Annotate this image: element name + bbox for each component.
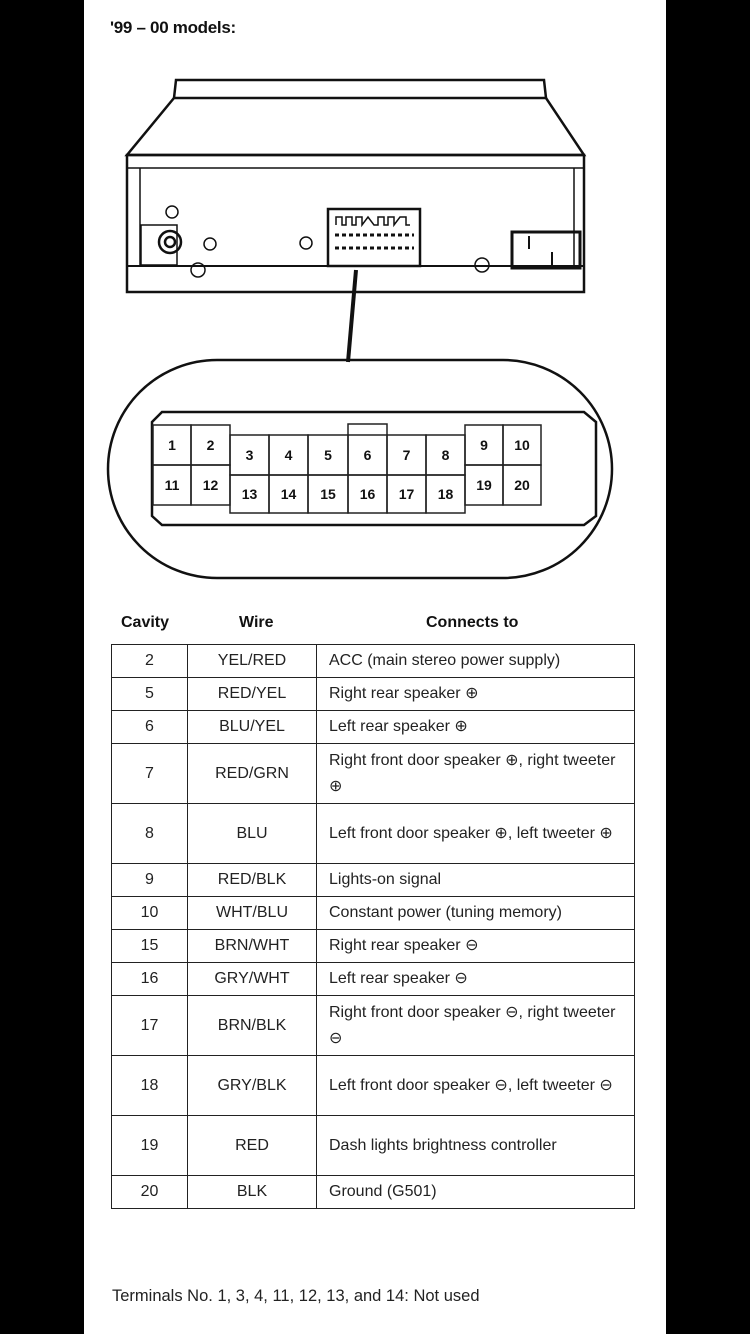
- table-row: 20 BLK Ground (G501): [111, 1175, 635, 1209]
- cell-wire: RED/YEL: [187, 677, 317, 711]
- cell-cavity: 18: [111, 1055, 188, 1116]
- cell-connects-to: Right rear speaker ⊕: [316, 677, 635, 711]
- cavity-number: 19: [476, 477, 492, 493]
- table-row: 17 BRN/BLK Right front door speaker ⊖, rig…: [111, 995, 635, 1056]
- cavity-number: 16: [360, 486, 376, 502]
- table-row: 16 GRY/WHT Left rear speaker ⊖: [111, 962, 635, 996]
- cell-connects-to: ACC (main stereo power supply): [316, 644, 635, 678]
- cell-connects-to: Left front door speaker ⊖, left tweeter …: [316, 1055, 635, 1116]
- cavity-number: 14: [281, 486, 297, 502]
- cell-wire: RED/BLK: [187, 863, 317, 897]
- cell-cavity: 5: [111, 677, 188, 711]
- header-connects-to: Connects to: [426, 614, 519, 631]
- cell-wire: GRY/BLK: [187, 1055, 317, 1116]
- radio-port: [510, 230, 582, 270]
- cavity-number: 5: [324, 447, 332, 463]
- table-row: 9 RED/BLK Lights-on signal: [111, 863, 635, 897]
- cavity-number: 18: [438, 486, 454, 502]
- cell-cavity: 6: [111, 710, 188, 744]
- connector-housing: [150, 410, 598, 527]
- table-row: 2 YEL/RED ACC (main stereo power supply): [111, 644, 635, 678]
- cell-cavity: 15: [111, 929, 188, 963]
- cell-wire: BLU/YEL: [187, 710, 317, 744]
- cell-cavity: 9: [111, 863, 188, 897]
- cavity-number: 1: [168, 437, 176, 453]
- cavity-number: 12: [203, 477, 219, 493]
- cell-connects-to: Right rear speaker ⊖: [316, 929, 635, 963]
- cavity-number: 13: [242, 486, 258, 502]
- table-row: 6 BLU/YEL Left rear speaker ⊕: [111, 710, 635, 744]
- cell-cavity: 17: [111, 995, 188, 1056]
- cavity-number: 4: [285, 447, 293, 463]
- cell-wire: GRY/WHT: [187, 962, 317, 996]
- cell-connects-to: Lights-on signal: [316, 863, 635, 897]
- table-header: Cavity Wire Connects to: [84, 614, 666, 638]
- cell-connects-to: Constant power (tuning memory): [316, 896, 635, 930]
- connector-callout-oval: [106, 358, 614, 580]
- cavity-number: 20: [514, 477, 530, 493]
- connector-enlargement: [106, 358, 614, 580]
- cell-wire: BLK: [187, 1175, 317, 1209]
- radio-diagram: 1 23 4 5 6 7 89 1011 1213 14 15 16 17 1819 20: [106, 78, 614, 580]
- table-row: 10 WHT/BLU Constant power (tuning memory): [111, 896, 635, 930]
- cell-connects-to: Ground (G501): [316, 1175, 635, 1209]
- cell-wire: RED/GRN: [187, 743, 317, 804]
- cell-connects-to: Right front door speaker ⊕, right tweete…: [316, 743, 635, 804]
- cell-wire: BRN/BLK: [187, 995, 317, 1056]
- cell-connects-to: Left rear speaker ⊖: [316, 962, 635, 996]
- radio-top-lid: [172, 78, 548, 99]
- cell-wire: RED: [187, 1115, 317, 1176]
- cavity-number: 15: [320, 486, 336, 502]
- connector-cavities: 1 23 4 5 6 7 89 1011 1213 14 15 16 17 1819 20: [152, 423, 542, 514]
- cavity-number: 17: [399, 486, 415, 502]
- header-wire: Wire: [239, 614, 274, 631]
- cavity-number: 11: [165, 477, 180, 493]
- table-row: 15 BRN/WHT Right rear speaker ⊖: [111, 929, 635, 963]
- connector-key-tab: [347, 423, 388, 435]
- table-row: 5 RED/YEL Right rear speaker ⊕: [111, 677, 635, 711]
- leader-line: [346, 269, 358, 363]
- cavity-number: 9: [480, 437, 488, 453]
- cell-cavity: 20: [111, 1175, 188, 1209]
- table-row: 19 RED Dash lights brightness controller: [111, 1115, 635, 1176]
- cell-cavity: 2: [111, 644, 188, 678]
- table-row: 18 GRY/BLK Left front door speaker ⊖, left…: [111, 1055, 635, 1116]
- footnote: Terminals No. 1, 3, 4, 11, 12, 13, and 1…: [112, 1287, 480, 1305]
- cell-connects-to: Left front door speaker ⊕, left tweeter …: [316, 803, 635, 864]
- cell-connects-to: Dash lights brightness controller: [316, 1115, 635, 1176]
- table-row: 7 RED/GRN Right front door speaker ⊕, righ…: [111, 743, 635, 804]
- cell-wire: BLU: [187, 803, 317, 864]
- cell-wire: BRN/WHT: [187, 929, 317, 963]
- cell-connects-to: Right front door speaker ⊖, right tweete…: [316, 995, 635, 1056]
- table-row: 8 BLU Left front door speaker ⊕, left twee…: [111, 803, 635, 864]
- cavity-number: 7: [403, 447, 411, 463]
- cell-cavity: 8: [111, 803, 188, 864]
- cell-cavity: 16: [111, 962, 188, 996]
- cavity-number: 3: [246, 447, 254, 463]
- document-page: '99 – 00 models: 1 2 3 4 5 6 7 8 9 10 11…: [84, 0, 666, 1334]
- cell-wire: YEL/RED: [187, 644, 317, 678]
- pinout-table: 2 YEL/RED ACC (main stereo power supply) 5 R…: [111, 644, 635, 1209]
- cavity-number: 6: [364, 447, 372, 463]
- cell-wire: WHT/BLU: [187, 896, 317, 930]
- cell-cavity: 19: [111, 1115, 188, 1176]
- header-cavity: Cavity: [121, 614, 170, 631]
- cell-connects-to: Left rear speaker ⊕: [316, 710, 635, 744]
- radio-top-face: [124, 96, 587, 157]
- cell-cavity: 7: [111, 743, 188, 804]
- cavity-number: 8: [442, 447, 450, 463]
- radio-unit: [124, 78, 587, 363]
- cell-cavity: 10: [111, 896, 188, 930]
- cavity-number: 10: [514, 437, 530, 453]
- cavity-number: 2: [207, 437, 215, 453]
